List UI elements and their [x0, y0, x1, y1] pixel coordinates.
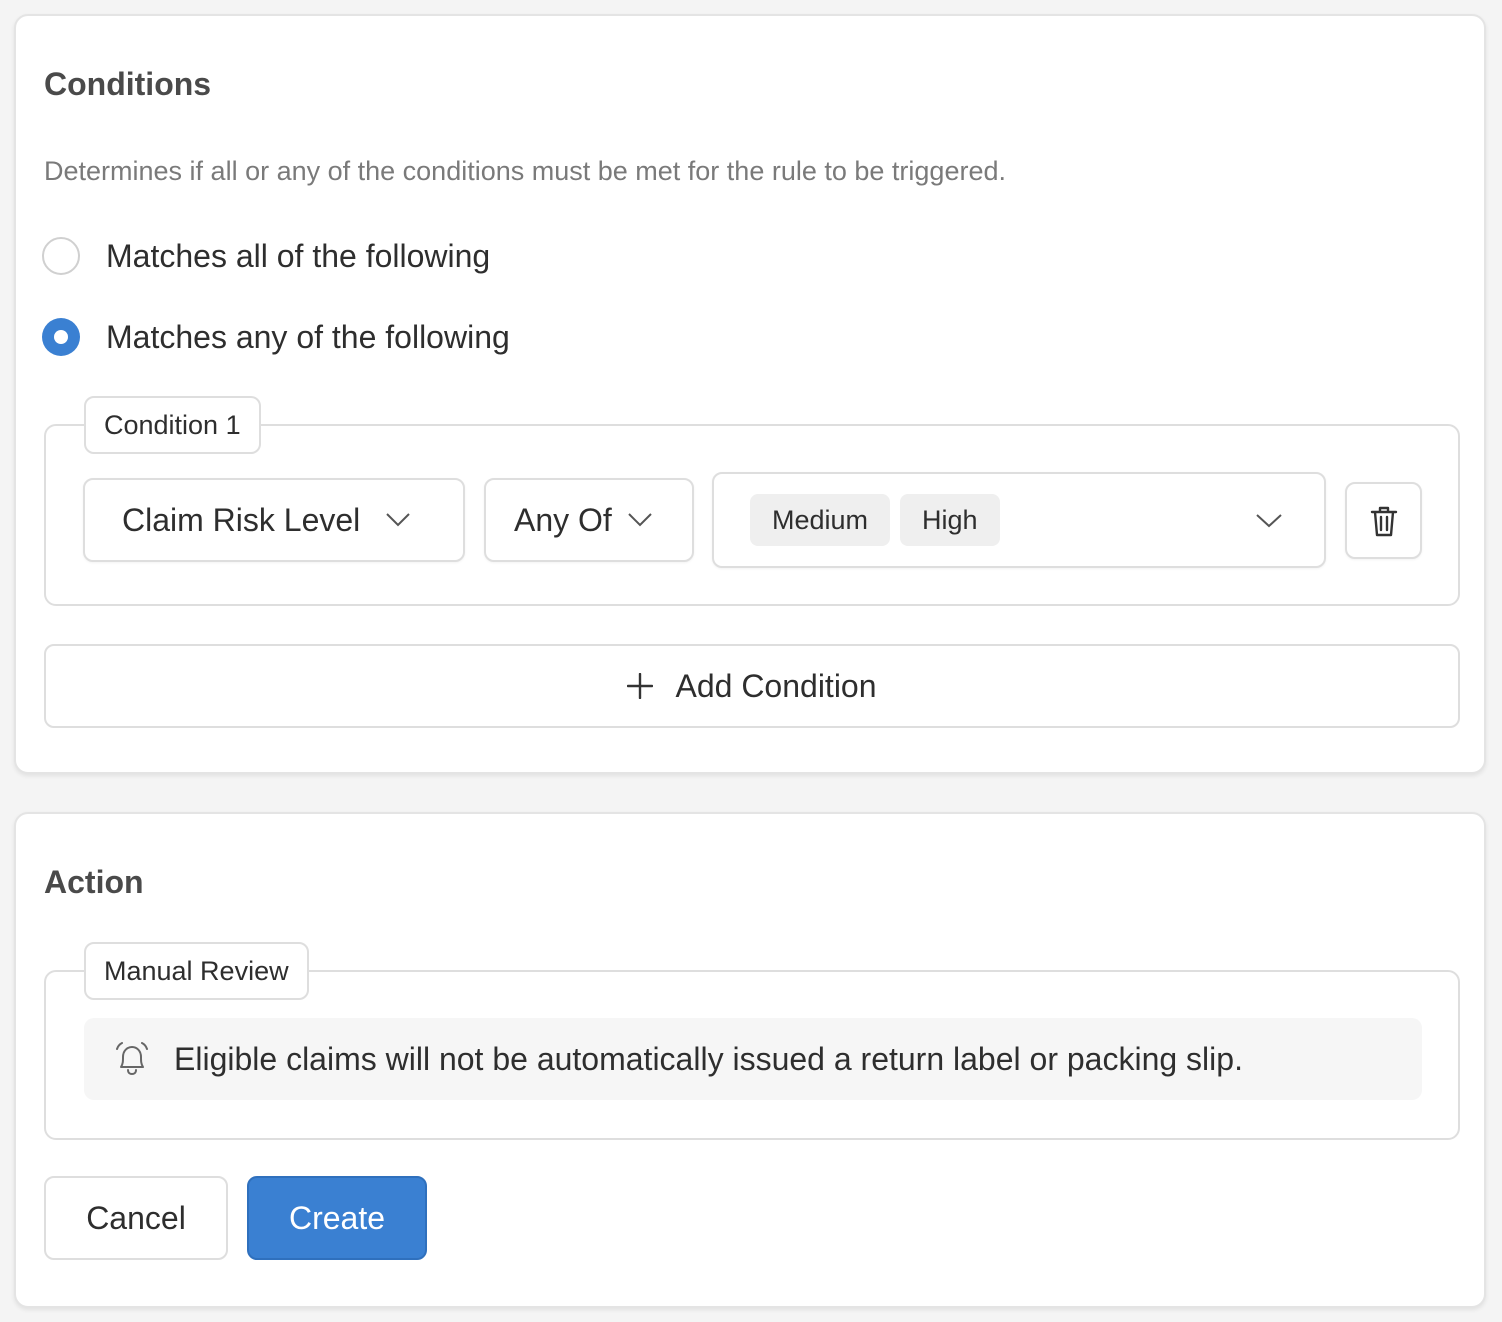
- value-chip-medium[interactable]: Medium: [750, 494, 891, 546]
- add-condition-button[interactable]: Add Condition: [44, 644, 1460, 728]
- plus-icon: [627, 673, 654, 699]
- radio-button-unchecked[interactable]: [42, 237, 80, 275]
- field-select[interactable]: Claim Risk Level: [83, 478, 465, 562]
- radio-label-all: Matches all of the following: [106, 237, 491, 274]
- radio-button-checked[interactable]: [42, 318, 80, 356]
- manual-review-group: Manual Review Eligible claims will not b…: [44, 942, 1460, 1140]
- cancel-button[interactable]: Cancel: [44, 1176, 228, 1260]
- conditions-description: Determines if all or any of the conditio…: [44, 156, 1006, 186]
- values-multiselect[interactable]: Medium High: [712, 472, 1326, 568]
- chevron-down-icon: [1256, 514, 1282, 528]
- operator-select[interactable]: Any Of: [484, 478, 694, 562]
- radio-matches-all[interactable]: Matches all of the following: [42, 236, 490, 276]
- trash-icon: [1370, 506, 1397, 536]
- action-card: Action Manual Review Eligible claims wil…: [14, 812, 1486, 1308]
- create-button[interactable]: Create: [247, 1176, 427, 1260]
- field-select-value: Claim Risk Level: [122, 501, 361, 538]
- chevron-down-icon: [386, 513, 410, 527]
- bell-icon: [116, 1042, 148, 1076]
- operator-select-value: Any Of: [514, 501, 612, 538]
- add-condition-label: Add Condition: [675, 667, 877, 704]
- action-title: Action: [44, 864, 144, 900]
- conditions-card: Conditions Determines if all or any of t…: [14, 14, 1486, 774]
- conditions-title: Conditions: [44, 66, 212, 102]
- value-chip-high[interactable]: High: [900, 494, 1000, 546]
- condition-1-legend: Condition 1: [84, 396, 261, 454]
- condition-1-group: Condition 1 Claim Risk Level Any Of Medi…: [44, 396, 1460, 606]
- notice-text: Eligible claims will not be automaticall…: [174, 1040, 1243, 1077]
- chevron-down-icon: [628, 513, 652, 527]
- radio-label-any: Matches any of the following: [106, 318, 510, 355]
- notice-box: Eligible claims will not be automaticall…: [84, 1018, 1422, 1100]
- radio-matches-any[interactable]: Matches any of the following: [42, 317, 510, 357]
- manual-review-legend: Manual Review: [84, 942, 309, 1000]
- delete-condition-button[interactable]: [1345, 482, 1422, 559]
